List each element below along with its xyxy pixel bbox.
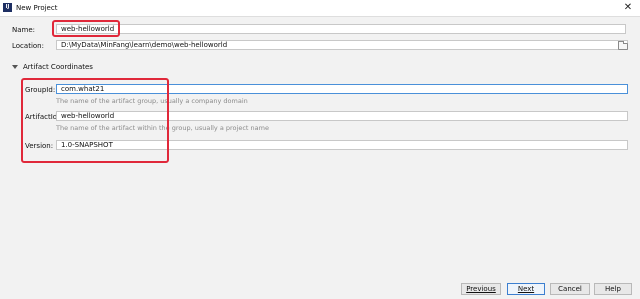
location-field[interactable]: D:\MyData\MinFang\learn\demo\web-hellowo… [56, 40, 628, 50]
cancel-button[interactable]: Cancel [550, 283, 590, 295]
folder-icon[interactable] [618, 41, 628, 50]
name-field[interactable]: web-helloworld [56, 24, 626, 34]
name-highlight-box [52, 20, 120, 37]
window-title: New Project [16, 4, 58, 12]
artifact-coordinates-toggle[interactable]: Artifact Coordinates [12, 63, 93, 71]
next-button-label: Next [517, 285, 535, 293]
intellij-app-icon: IJ [3, 3, 12, 12]
previous-button-label: Previous [466, 285, 496, 293]
help-button[interactable]: Help [594, 283, 632, 295]
name-label: Name: [12, 26, 36, 34]
next-button[interactable]: Next [507, 283, 545, 295]
artifact-highlight-box [21, 78, 169, 163]
artifact-coordinates-label: Artifact Coordinates [23, 63, 93, 71]
title-bar: IJ New Project ✕ [0, 0, 640, 17]
close-icon[interactable]: ✕ [622, 2, 634, 14]
chevron-down-icon [12, 65, 18, 69]
location-label: Location: [12, 42, 44, 50]
previous-button[interactable]: Previous [461, 283, 501, 295]
